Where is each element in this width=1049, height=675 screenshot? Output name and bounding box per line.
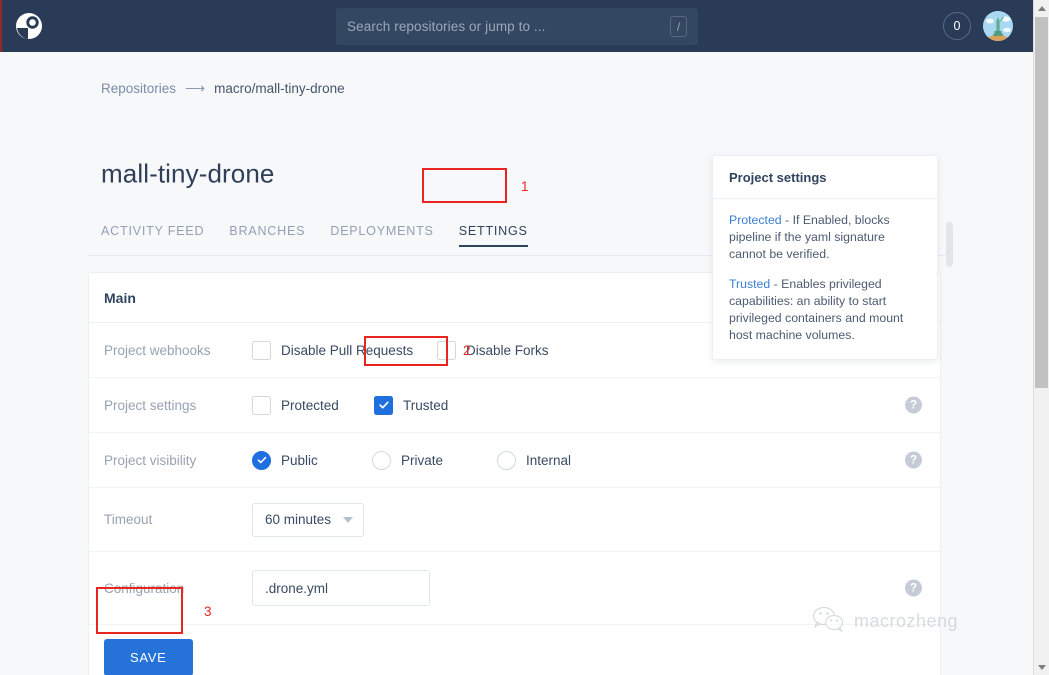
tooltip-paragraph-trusted: Trusted - Enables privileged capabilitie… <box>729 276 921 344</box>
tab-deployments[interactable]: DEPLOYMENTS <box>330 224 458 247</box>
checkbox-label-trusted: Trusted <box>403 398 448 413</box>
inner-scrollbar-thumb[interactable] <box>946 222 953 267</box>
scroll-up-button[interactable] <box>1034 0 1049 16</box>
row-label-timeout: Timeout <box>104 512 252 527</box>
watermark: macrozheng <box>812 605 958 638</box>
checkbox-disable-pull-requests[interactable]: Disable Pull Requests <box>252 341 437 360</box>
chevron-down-icon <box>343 517 353 523</box>
wechat-icon <box>812 605 846 638</box>
tooltip-body: Protected - If Enabled, blocks pipeline … <box>713 199 937 359</box>
row-label-project-webhooks: Project webhooks <box>104 343 252 358</box>
tooltip-paragraph-protected: Protected - If Enabled, blocks pipeline … <box>729 212 921 263</box>
checkbox-box-disable-forks[interactable] <box>437 341 456 360</box>
radio-internal[interactable]: Internal <box>497 451 571 470</box>
window-left-edge <box>0 0 2 52</box>
user-avatar[interactable] <box>983 11 1013 41</box>
tab-branches[interactable]: BRANCHES <box>229 224 330 247</box>
radio-circle-internal[interactable] <box>497 451 516 470</box>
save-button[interactable]: SAVE <box>104 639 193 675</box>
row-label-project-visibility: Project visibility <box>104 453 252 468</box>
window-scrollbar[interactable] <box>1033 0 1049 675</box>
checkbox-box-trusted[interactable] <box>374 396 393 415</box>
row-timeout: Timeout 60 minutes <box>89 488 940 552</box>
drone-logo-icon[interactable] <box>14 11 44 41</box>
chevron-up-icon <box>1038 6 1046 11</box>
watermark-text: macrozheng <box>854 611 958 632</box>
checkbox-protected[interactable]: Protected <box>252 396 374 415</box>
radio-public[interactable]: Public <box>252 451 372 470</box>
annotation-number-3: 3 <box>204 604 212 619</box>
radio-label-internal: Internal <box>526 453 571 468</box>
help-icon-project-visibility[interactable]: ? <box>905 452 922 469</box>
breadcrumb-current-repo: macro/mall-tiny-drone <box>214 81 345 96</box>
tab-settings[interactable]: SETTINGS <box>459 224 553 247</box>
scroll-down-button[interactable] <box>1034 659 1049 675</box>
timeout-select-value: 60 minutes <box>265 512 331 527</box>
repo-tabs: ACTIVITY FEED BRANCHES DEPLOYMENTS SETTI… <box>101 224 553 247</box>
page-content: Repositories ⟶ macro/mall-tiny-drone mal… <box>0 52 1033 675</box>
timeout-select[interactable]: 60 minutes <box>252 503 364 537</box>
help-icon-configuration[interactable]: ? <box>905 580 922 597</box>
app-root: Search repositories or jump to ... / 0 R… <box>0 0 1049 675</box>
row-project-settings: Project settings Protected Trusted <box>89 378 940 433</box>
annotation-number-2: 2 <box>463 343 471 358</box>
configuration-input-value: .drone.yml <box>265 581 328 596</box>
breadcrumb-repositories-link[interactable]: Repositories <box>101 81 176 96</box>
radio-circle-public[interactable] <box>252 451 271 470</box>
search-placeholder-text: Search repositories or jump to ... <box>347 19 670 34</box>
search-input[interactable]: Search repositories or jump to ... / <box>336 8 698 45</box>
radio-private[interactable]: Private <box>372 451 497 470</box>
radio-label-private: Private <box>401 453 443 468</box>
page-title: mall-tiny-drone <box>101 159 274 190</box>
breadcrumb-arrow-icon: ⟶ <box>185 80 205 97</box>
checkbox-box-protected[interactable] <box>252 396 271 415</box>
checkbox-label-disable-pull-requests: Disable Pull Requests <box>281 343 413 358</box>
top-navbar: Search repositories or jump to ... / 0 <box>0 0 1033 52</box>
checkbox-disable-forks[interactable]: Disable Forks <box>437 341 549 360</box>
card-header-title: Main <box>104 290 136 306</box>
chevron-down-icon <box>1038 665 1046 670</box>
radio-circle-private[interactable] <box>372 451 391 470</box>
window-scrollbar-thumb[interactable] <box>1035 17 1048 388</box>
tooltip-key-protected: Protected <box>729 213 782 227</box>
checkbox-label-protected: Protected <box>281 398 339 413</box>
check-icon <box>378 399 390 411</box>
tooltip-key-trusted: Trusted <box>729 277 770 291</box>
help-icon-project-settings[interactable]: ? <box>905 397 922 414</box>
project-settings-tooltip: Project settings Protected - If Enabled,… <box>712 155 938 360</box>
breadcrumb: Repositories ⟶ macro/mall-tiny-drone <box>101 80 345 97</box>
row-label-configuration: Configuration <box>104 581 252 596</box>
tooltip-title: Project settings <box>713 156 937 199</box>
search-shortcut-badge: / <box>670 16 687 37</box>
annotation-number-1: 1 <box>521 179 529 194</box>
row-project-visibility: Project visibility Public Private <box>89 433 940 488</box>
checkbox-trusted[interactable]: Trusted <box>374 396 448 415</box>
radio-label-public: Public <box>281 453 318 468</box>
configuration-input[interactable]: .drone.yml <box>252 570 430 606</box>
tab-activity-feed[interactable]: ACTIVITY FEED <box>101 224 229 247</box>
checkbox-box-disable-pull-requests[interactable] <box>252 341 271 360</box>
check-icon <box>256 454 268 466</box>
notification-count-badge[interactable]: 0 <box>943 12 971 40</box>
row-label-project-settings: Project settings <box>104 398 252 413</box>
checkbox-label-disable-forks: Disable Forks <box>466 343 549 358</box>
